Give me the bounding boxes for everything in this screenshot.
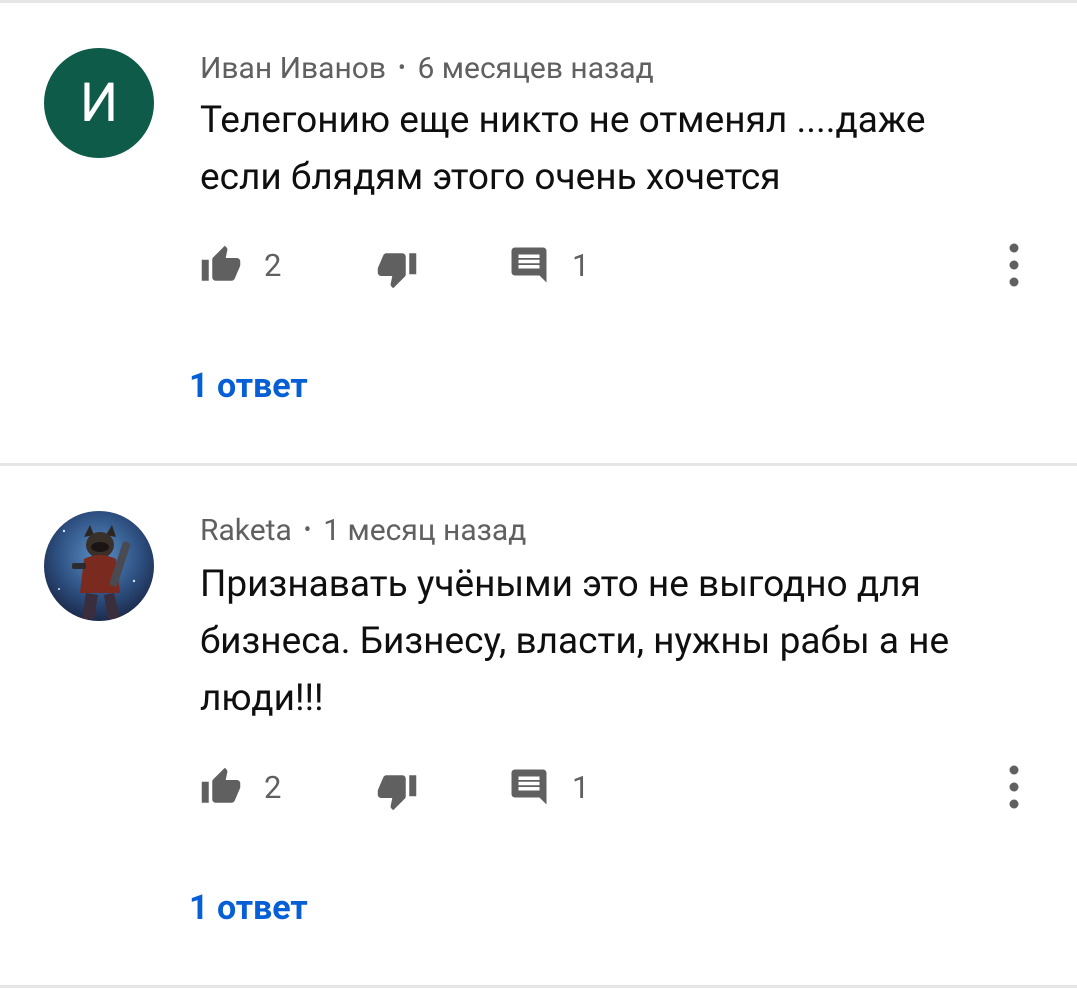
comment-meta: Raketa • 1 месяц назад xyxy=(200,510,526,550)
reply-count: 1 xyxy=(572,768,590,806)
comment-time[interactable]: 6 месяцев назад xyxy=(418,51,654,86)
more-vertical-icon[interactable] xyxy=(1004,240,1024,290)
avatar[interactable]: И xyxy=(44,48,154,158)
like-count: 2 xyxy=(264,768,282,806)
meta-separator: • xyxy=(303,517,312,543)
author-name[interactable]: Иван Иванов xyxy=(200,51,386,86)
meta-separator: • xyxy=(398,55,406,81)
avatar-letter: И xyxy=(79,71,119,135)
reply-count: 1 xyxy=(572,246,590,284)
like-button[interactable]: 2 xyxy=(200,762,281,812)
comment-meta: Иван Иванов • 6 месяцев назад xyxy=(200,48,654,88)
thumb-down-icon xyxy=(376,770,418,812)
comment-time[interactable]: 1 месяц назад xyxy=(323,513,526,548)
comment-text: Признавать учёными это не выгодно для би… xyxy=(200,556,1020,727)
reply-button[interactable]: 1 xyxy=(508,762,589,812)
thumb-up-icon xyxy=(200,766,242,808)
thumb-down-icon xyxy=(376,248,418,290)
author-name[interactable]: Raketa xyxy=(200,513,292,548)
thumb-up-icon xyxy=(200,244,242,286)
view-replies-link[interactable]: 1 ответ xyxy=(189,888,308,928)
dislike-button[interactable] xyxy=(376,766,418,816)
bottom-divider xyxy=(0,985,1077,988)
comment-actions: 2 1 xyxy=(200,762,1060,812)
comment-2: Raketa • 1 месяц назад Признавать учёным… xyxy=(0,466,1077,986)
comment-actions: 2 1 xyxy=(200,240,1060,290)
comment-text-line: люди!!! xyxy=(200,677,324,720)
comment-icon xyxy=(508,766,550,808)
comment-text-line: Признавать учёными это не выгодно для xyxy=(200,563,921,606)
like-button[interactable]: 2 xyxy=(200,240,281,290)
comment-1: И Иван Иванов • 6 месяцев назад Телегони… xyxy=(0,0,1077,465)
comment-text: Телегонию еще никто не отменял ....даже … xyxy=(200,92,1020,206)
dislike-button[interactable] xyxy=(376,244,418,294)
comment-text-line: Телегонию еще никто не отменял ....даже xyxy=(200,99,926,142)
comment-icon xyxy=(508,244,550,286)
avatar[interactable] xyxy=(44,511,154,621)
comment-text-line: если блядям этого очень хочется xyxy=(200,156,781,199)
more-vertical-icon[interactable] xyxy=(1004,762,1024,812)
raccoon-character-avatar xyxy=(44,511,154,621)
reply-button[interactable]: 1 xyxy=(508,240,589,290)
comment-text-line: бизнеса. Бизнесу, власти, нужны рабы а н… xyxy=(200,620,950,663)
like-count: 2 xyxy=(264,246,282,284)
view-replies-link[interactable]: 1 ответ xyxy=(189,366,308,406)
